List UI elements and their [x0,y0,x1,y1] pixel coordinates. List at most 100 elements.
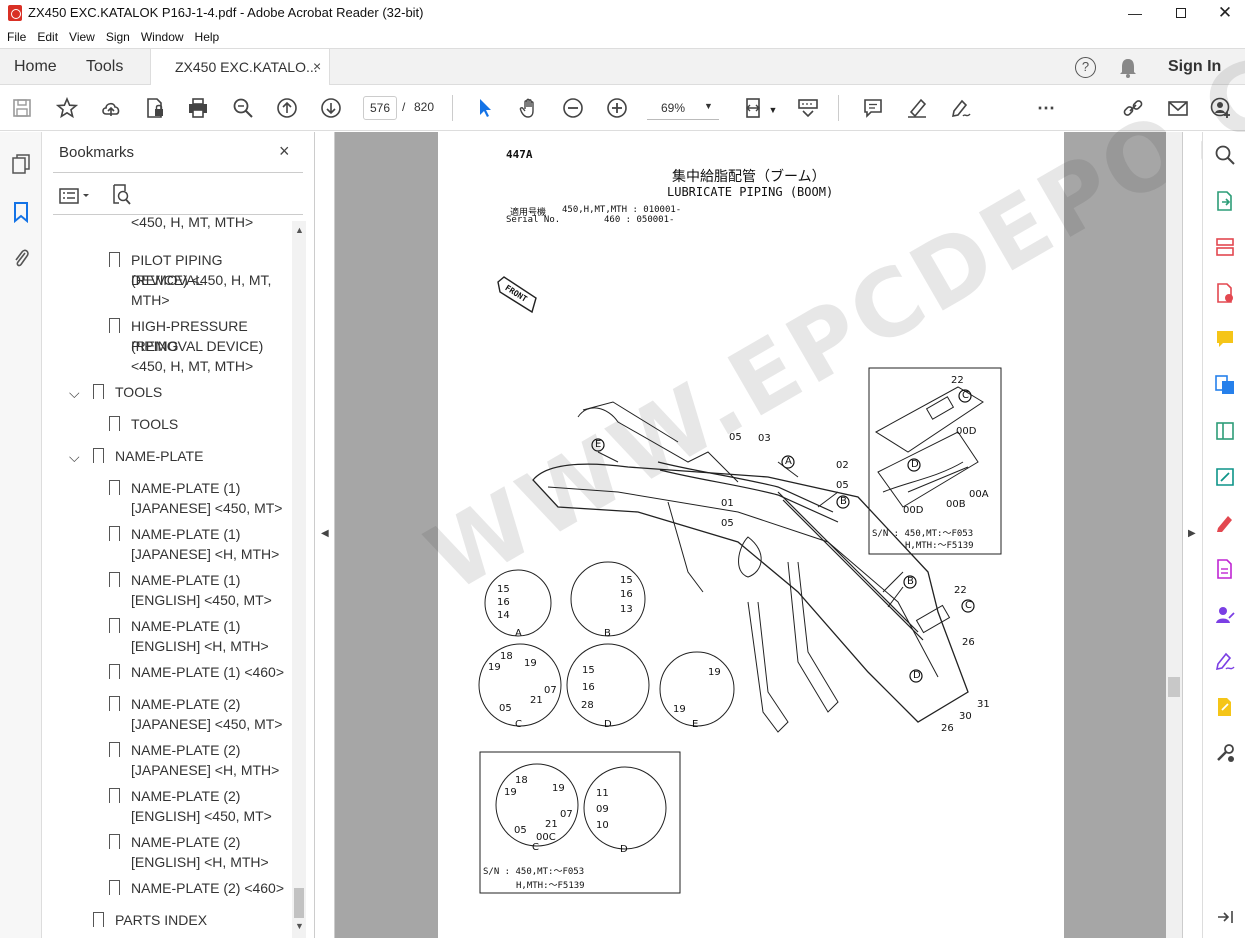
attachments-paperclip-icon[interactable] [9,246,33,270]
menu-help[interactable]: Help [195,27,220,48]
help-icon[interactable]: ? [1075,57,1096,78]
bookmark-ribbon-icon [109,696,120,712]
previous-page-icon[interactable] [274,95,300,121]
bookmark-item[interactable]: NAME-PLATE (2) [JAPANESE] <H, MTH> [43,740,293,784]
sign-in-button[interactable]: Sign In [1168,58,1221,76]
scroll-up-arrow-icon[interactable]: ▲ [295,225,304,235]
sign-pen-icon[interactable] [948,95,974,121]
more-options-icon[interactable]: ⋯ [1033,95,1059,121]
share-link-icon[interactable] [1120,95,1146,121]
bookmark-item[interactable]: NAME-PLATE (1) <460> [43,662,293,686]
bookmark-item[interactable]: NAME-PLATE (2) [ENGLISH] <H, MTH> [43,832,293,876]
email-icon[interactable] [1165,95,1191,121]
page-number-input[interactable]: 576 [363,96,397,120]
bookmark-item[interactable]: NAME-PLATE (1) [JAPANESE] <H, MTH> [43,524,293,568]
request-signature-icon[interactable] [1214,604,1236,626]
collapse-left-panel[interactable]: ◀ [316,132,335,938]
bookmarks-scrollbar[interactable]: ▲ ▼ [292,221,306,938]
page-fit-chevron-icon[interactable]: ▼ [760,97,786,123]
bookmark-item[interactable]: HIGH-PRESSURE PIPING (REMOVAL DEVICE) <450… [43,316,293,380]
search-document-icon[interactable] [1214,144,1236,166]
comment-icon[interactable] [860,95,886,121]
close-tab-icon[interactable]: × [313,58,321,74]
bookmark-item[interactable]: NAME-PLATE (1) [ENGLISH] <450, MT> [43,570,293,614]
menu-file[interactable]: File [7,27,26,48]
document-tab-label: ZX450 EXC.KATALO... [175,59,318,75]
callout-label: A [785,456,792,467]
document-scrollbar[interactable] [1166,132,1182,938]
collapse-right-panel[interactable]: ▶ [1182,132,1201,938]
comment-tool-icon[interactable] [1214,328,1236,350]
prepare-form-icon[interactable] [1214,696,1236,718]
expand-chevron-icon[interactable]: ⌵ [69,385,80,402]
close-panel-icon[interactable]: × [279,141,290,162]
part-number: 22 [954,585,967,596]
combine-files-icon[interactable] [1214,374,1236,396]
zoom-out-icon[interactable] [560,95,586,121]
menu-window[interactable]: Window [141,27,184,48]
upload-cloud-icon[interactable] [98,95,124,121]
protect-document-icon[interactable] [142,95,168,121]
bookmark-item[interactable]: NAME-PLATE (2) [ENGLISH] <450, MT> [43,786,293,830]
bookmark-item[interactable]: ⌵ NAME-PLATE [43,446,293,470]
tools-tab[interactable]: Tools [86,58,123,76]
bookmark-label: [ENGLISH] <H, MTH> [131,638,269,654]
fill-sign-icon[interactable] [1214,512,1236,534]
hand-tool-icon[interactable] [516,95,542,121]
bookmark-label: [ENGLISH] <450, MT> [131,592,272,608]
bookmark-item[interactable]: PARTS INDEX [43,910,293,934]
notifications-bell-icon[interactable] [1118,57,1138,84]
bookmarks-panel-icon[interactable] [9,200,33,224]
close-window-button[interactable]: ✕ [1202,0,1245,26]
menu-view[interactable]: View [69,27,95,48]
expand-chevron-icon[interactable]: ⌵ [69,449,80,466]
bookmark-item[interactable]: <450, H, MT, MTH> [43,216,293,244]
page-thumbnails-icon[interactable] [9,152,33,176]
document-scrollbar-thumb[interactable] [1168,677,1180,697]
print-icon[interactable] [185,95,211,121]
menu-sign[interactable]: Sign [106,27,130,48]
minimize-button[interactable]: — [1112,0,1158,26]
bookmark-ribbon-icon [109,480,120,496]
document-tab[interactable]: ZX450 EXC.KATALO... × [150,48,330,85]
bookmark-item[interactable]: ⌵ TOOLS [43,382,293,406]
document-icon[interactable] [1214,558,1236,580]
part-number: 07 [560,809,573,820]
scroll-mode-icon[interactable] [795,95,821,121]
home-tab[interactable]: Home [14,58,57,76]
edit-pdf-icon[interactable] [1214,466,1236,488]
collapse-tools-pane-icon[interactable] [1214,906,1236,928]
star-icon[interactable] [54,95,80,121]
add-user-icon[interactable] [1208,95,1234,121]
more-tools-icon[interactable] [1214,742,1236,764]
find-bookmark-icon[interactable] [111,183,133,212]
bookmarks-scrollbar-thumb[interactable] [294,888,304,918]
create-pdf-icon[interactable] [1214,282,1236,304]
zoom-in-icon[interactable] [604,95,630,121]
chevron-left-icon[interactable]: ◀ [321,528,329,539]
compress-pdf-icon[interactable] [1214,420,1236,442]
zoom-level-dropdown[interactable]: 69% ▼ [647,96,719,120]
bookmark-label: PARTS INDEX [115,912,208,928]
sign-tool-icon[interactable] [1214,650,1236,672]
bookmark-options-icon[interactable] [59,186,93,211]
maximize-button[interactable] [1158,0,1204,26]
bookmark-item[interactable]: NAME-PLATE (2) [JAPANESE] <450, MT> [43,694,293,738]
bookmark-ribbon-icon [109,618,120,634]
chevron-right-icon[interactable]: ▶ [1188,528,1196,539]
next-page-icon[interactable] [318,95,344,121]
export-pdf-icon[interactable] [1214,190,1236,212]
bookmark-item[interactable]: NAME-PLATE (1) [ENGLISH] <H, MTH> [43,616,293,660]
bookmark-item[interactable]: NAME-PLATE (2) <460> [43,878,293,902]
zoom-search-icon[interactable] [230,95,256,121]
save-icon[interactable] [9,95,35,121]
select-cursor-icon[interactable] [472,95,498,121]
serial-range-2: 460 : 050001- [604,215,675,225]
bookmark-item[interactable]: NAME-PLATE (1) [JAPANESE] <450, MT> [43,478,293,522]
menu-edit[interactable]: Edit [37,27,58,48]
bookmark-item[interactable]: PILOT PIPING (REMOVAL DEVICE) <450, H, MT… [43,250,293,314]
highlight-pen-icon[interactable] [904,95,930,121]
scroll-down-arrow-icon[interactable]: ▼ [295,921,304,931]
bookmark-item[interactable]: TOOLS [43,414,293,438]
organize-pages-icon[interactable] [1214,236,1236,258]
